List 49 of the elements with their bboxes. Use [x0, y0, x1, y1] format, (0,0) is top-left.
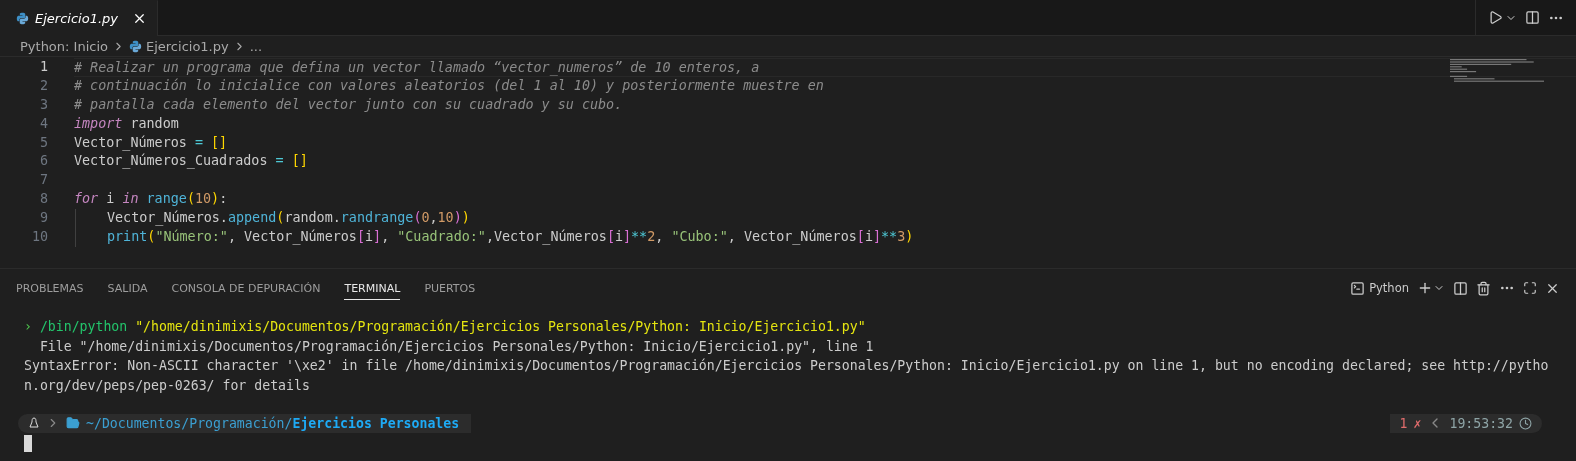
editor-tab[interactable]: Ejercicio1.py — [0, 0, 158, 36]
code-line: for i in range(10): — [74, 190, 229, 209]
line-number: 1 — [38, 58, 48, 76]
line-number: 8 — [38, 190, 48, 209]
line-number: 5 — [38, 133, 48, 152]
breadcrumb-item[interactable]: Ejercicio1.py — [146, 38, 229, 54]
folder-icon — [66, 416, 80, 430]
split-editor-icon[interactable] — [1525, 10, 1540, 25]
line-number: 7 — [38, 171, 48, 190]
line-number: 6 — [38, 152, 48, 171]
error-mark: ✗ — [1413, 415, 1422, 431]
panel-tab[interactable]: PUERTOS — [424, 276, 476, 300]
error-count: 1 — [1399, 415, 1408, 431]
split-terminal-icon[interactable] — [1453, 280, 1468, 296]
python-icon — [129, 39, 142, 53]
terminal-cursor — [24, 435, 32, 452]
code-line: # continuación lo inicialice con valores aleatorios (del 1 al 10) y posteriormente muestre en — [74, 76, 825, 95]
code-line: Vector_Números = [] — [74, 133, 229, 153]
path-text: ~/Documentos/Programación/ — [86, 415, 293, 431]
panel-tab[interactable]: TERMINAL — [344, 276, 401, 300]
maximize-icon[interactable] — [1523, 281, 1537, 295]
breadcrumb-item[interactable]: Python: Inicio — [20, 38, 108, 54]
code-line: # Realizar un programa que defina un vector llamado “vector_numeros” de 10 enteros, a — [74, 58, 1576, 77]
panel-tab[interactable]: CONSOLA DE DEPURACIÓN — [171, 276, 321, 300]
code-line: import random — [74, 114, 180, 133]
path-text: Ejercicios Personales — [292, 415, 460, 431]
terminal-line: › /bin/python "/home/dinimixis/Documentos/Programación/Ejercicios Personales/Python: Inicio/Ejercicio1.py" — [24, 318, 867, 336]
code-line: # pantalla cada elemento del vector junto con su cuadrado y su cubo. — [74, 95, 624, 114]
plus-icon[interactable] — [1417, 280, 1433, 296]
line-number: 9 — [38, 209, 48, 228]
terminal-line: n.org/dev/peps/pep-0263/ for details — [24, 376, 311, 395]
terminal-line: File "/home/dinimixis/Documentos/Programación/Ejercicios Personales/Python: Inicio/Ejercicio1.py", line 1 — [38, 337, 875, 356]
code-line: Vector_Números_Cuadrados = [] — [74, 152, 309, 171]
panel-tab[interactable]: PROBLEMAS — [16, 276, 84, 300]
breadcrumb-item[interactable]: ... — [249, 38, 263, 54]
close-icon[interactable] — [132, 11, 147, 26]
run-icon[interactable] — [1488, 10, 1503, 25]
python-icon — [16, 12, 29, 25]
terminal-icon — [1350, 280, 1366, 296]
trash-icon[interactable] — [1476, 280, 1491, 296]
time-text: 19:53:32 — [1449, 415, 1513, 431]
terminal-line: SyntaxError: Non-ASCII character '\xe2' in file /home/dinimixis/Documentos/Programación/Ejercicios Personales/Python: Inicio/Ejercicio1.py on line 1, but no encoding declared; see http://pytho — [24, 357, 1550, 375]
line-number: 2 — [38, 76, 48, 95]
line-number: 3 — [38, 95, 48, 114]
terminal-selector[interactable]: Python — [1350, 280, 1409, 296]
line-number: 4 — [38, 114, 48, 133]
clock-icon — [1519, 416, 1532, 430]
line-number: 10 — [30, 228, 48, 246]
panel-tab[interactable]: SALIDA — [107, 276, 148, 300]
